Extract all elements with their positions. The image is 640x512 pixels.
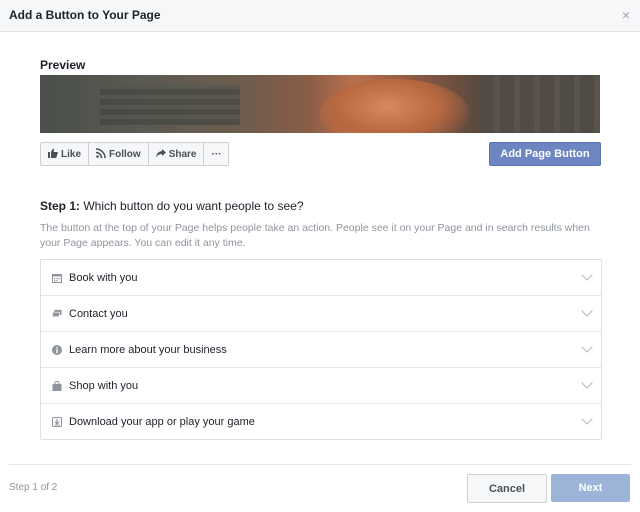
option-label: Contact you [69,307,128,320]
like-label: Like [61,148,82,160]
like-button[interactable]: Like [41,143,90,165]
rss-icon [95,147,106,161]
option-contact-you[interactable]: Contact you [41,296,601,332]
info-icon [52,344,62,355]
calendar-icon [52,273,62,283]
dialog-header: Add a Button to Your Page × [0,0,640,32]
divider [40,31,600,32]
option-download-app[interactable]: Download your app or play your game [41,404,601,439]
follow-button[interactable]: Follow [89,143,149,165]
chevron-down-icon [581,413,593,425]
download-icon [52,416,62,427]
follow-label: Follow [109,148,141,160]
button-options-list: Book with you Contact you Learn more abo… [40,259,602,440]
step-heading: Step 1: Which button do you want people … [40,199,304,213]
share-button[interactable]: Share [149,143,205,165]
chevron-down-icon [581,305,593,317]
thumbs-up-icon [48,148,58,161]
chevron-down-icon [581,377,593,389]
option-learn-more[interactable]: Learn more about your business [41,332,601,368]
chevron-down-icon [581,269,593,281]
option-label: Book with you [69,271,138,284]
add-page-button[interactable]: Add Page Button [489,142,601,166]
more-button[interactable]: ··· [204,143,228,165]
option-book-with-you[interactable]: Book with you [41,260,601,296]
step-number: Step 1: [40,199,81,213]
option-label: Download your app or play your game [69,415,255,428]
chevron-down-icon [581,341,593,353]
cancel-button[interactable]: Cancel [467,474,547,503]
shopping-bag-icon [52,380,62,391]
option-label: Learn more about your business [69,343,227,356]
more-icon: ··· [211,148,222,160]
step-count: Step 1 of 2 [9,482,58,493]
share-arrow-icon [155,148,166,161]
option-shop-with-you[interactable]: Shop with you [41,368,601,404]
step-question: Which button do you want people to see? [83,199,304,213]
next-button[interactable]: Next [551,474,630,502]
close-icon[interactable]: × [622,7,630,23]
message-icon [52,309,62,319]
page-action-buttons: Like Follow Share ··· [40,142,230,166]
share-label: Share [168,148,197,160]
cover-photo-preview [40,75,600,133]
step-description: The button at the top of your Page helps… [40,222,590,249]
dialog-title: Add a Button to Your Page [9,8,161,22]
option-label: Shop with you [69,379,139,392]
preview-label: Preview [40,58,86,72]
footer-divider [9,464,631,465]
